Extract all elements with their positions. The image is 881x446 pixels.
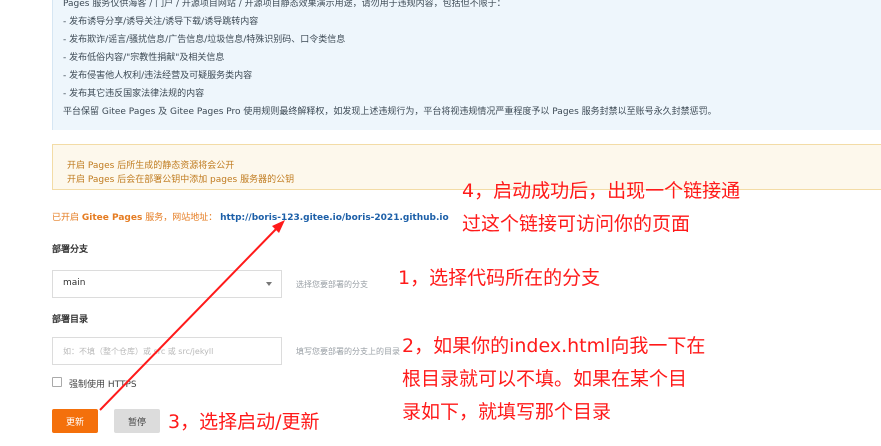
annotation-3: 3，选择启动/更新	[168, 411, 320, 433]
notice-line: - 发布诱导分享/诱导关注/诱导下载/诱导跳转内容	[63, 17, 259, 27]
annotation-2-line-2: 根目录就可以不填。如果在某个目	[402, 368, 688, 390]
notice-line: - 发布其它违反国家法律法规的内容	[63, 89, 205, 99]
annotation-2-line-3: 录如下，就填写那个目录	[402, 401, 612, 423]
pause-button[interactable]: 暂停	[114, 409, 160, 433]
directory-placeholder: 如：不填（整个仓库）或 src 或 src/jekyll	[63, 347, 214, 356]
directory-input[interactable]: 如：不填（整个仓库）或 src 或 src/jekyll	[52, 337, 282, 365]
pages-usage-notice: Pages 服务仅供海客 / 门户 / 开源项目网站 / 开源项目静态效果演示用…	[52, 0, 881, 130]
notice-rules-line: 平台保留 Gitee Pages 及 Gitee Pages Pro 使用规则最…	[63, 107, 717, 117]
notice-line: - 发布侵害他人权利/违法经营及可疑服务类内容	[63, 71, 253, 81]
pages-enabled-status: 已开启 Gitee Pages 服务，网站地址： http://boris-12…	[52, 210, 449, 223]
branch-select[interactable]: main	[52, 270, 282, 298]
site-url-link[interactable]: http://boris-123.gitee.io/boris-2021.git…	[220, 213, 449, 223]
notice-line: - 发布低俗内容/"宗教性捐献"及相关信息	[63, 53, 225, 63]
force-https-checkbox[interactable]	[52, 377, 62, 387]
warning-line-1: 开启 Pages 后所生成的静态资源将会公开	[67, 161, 235, 171]
branch-select-value: main	[63, 278, 86, 288]
chevron-down-icon	[266, 282, 272, 286]
enabled-suffix: 服务，网站地址：	[142, 213, 218, 223]
annotation-2-line-1: 2，如果你的index.html向我一下在	[402, 335, 706, 357]
notice-line: Pages 服务仅供海客 / 门户 / 开源项目网站 / 开源项目静态效果演示用…	[63, 0, 506, 9]
annotation-4-line-1: 4，启动成功后，出现一个链接通	[462, 180, 741, 202]
notice-line: - 发布欺诈/谣言/骚扰信息/广告信息/垃圾信息/特殊识别码、口令类信息	[63, 35, 346, 45]
annotation-4-line-2: 过这个链接可访问你的页面	[462, 213, 691, 235]
enabled-service-name: Gitee Pages	[81, 213, 143, 223]
update-button[interactable]: 更新	[52, 409, 98, 433]
branch-label: 部署分支	[52, 245, 89, 255]
branch-hint: 选择您要部署的分支	[296, 280, 368, 289]
directory-hint: 填写您要部署的分支上的目录	[296, 347, 400, 356]
annotation-1: 1，选择代码所在的分支	[398, 267, 601, 289]
directory-label: 部署目录	[52, 315, 89, 325]
warning-line-2: 开启 Pages 后会在部署公钥中添加 pages 服务器的公钥	[67, 175, 295, 185]
enabled-prefix: 已开启	[52, 213, 82, 223]
force-https-label: 强制使用 HTTPS	[69, 380, 137, 390]
